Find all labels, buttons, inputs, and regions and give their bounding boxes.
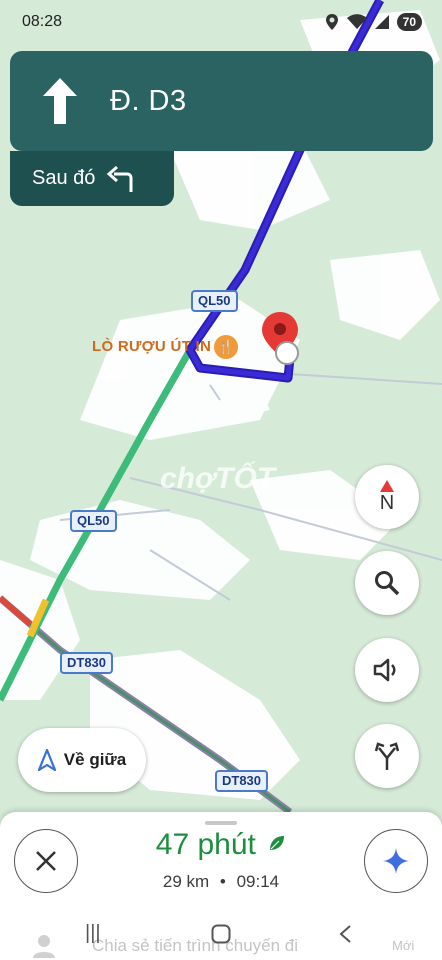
- straight-arrow-icon: [10, 51, 110, 151]
- road-shield-ql50-mid: QL50: [70, 510, 117, 532]
- status-bar: 08:28 70: [0, 0, 442, 44]
- then-label: Sau đó: [32, 167, 96, 189]
- poi-label[interactable]: LÒ RƯỢU ÚT IN: [92, 338, 211, 355]
- battery-indicator: 70: [396, 13, 422, 31]
- back-icon[interactable]: [338, 924, 352, 944]
- fork-route-icon: [374, 742, 400, 770]
- navigation-arrow-icon: [37, 749, 56, 771]
- compass-button[interactable]: N: [355, 465, 419, 529]
- sparkle-icon: [383, 848, 409, 874]
- trip-distance: 29 km: [162, 872, 210, 891]
- route-options-button[interactable]: [355, 724, 419, 788]
- recenter-button[interactable]: Về giữa: [18, 728, 146, 792]
- eco-leaf-icon: [270, 836, 285, 850]
- navigation-banner[interactable]: Đ. D3: [10, 51, 433, 151]
- wifi-icon: [346, 14, 367, 29]
- home-icon[interactable]: [211, 924, 231, 944]
- gemini-button[interactable]: [364, 829, 428, 893]
- trip-separator: •: [219, 872, 226, 891]
- then-instruction[interactable]: Sau đó: [10, 151, 174, 206]
- compass-north-icon: [379, 479, 394, 492]
- recenter-label: Về giữa: [63, 750, 127, 769]
- recent-apps-icon[interactable]: |||: [85, 922, 101, 945]
- next-street-name: Đ. D3: [110, 84, 187, 117]
- system-nav-bar: |||: [0, 912, 442, 960]
- watermark: chợTỐT: [160, 462, 276, 495]
- compass-label: N: [379, 491, 395, 514]
- sound-button[interactable]: [355, 638, 419, 702]
- restaurant-icon[interactable]: 🍴: [214, 335, 238, 359]
- sheet-handle[interactable]: [205, 821, 237, 825]
- turn-left-icon: [107, 165, 133, 192]
- search-icon: [375, 571, 400, 596]
- signal-icon: [374, 15, 389, 29]
- road-shield-dt830-left: DT830: [60, 652, 114, 674]
- search-button[interactable]: [355, 551, 419, 615]
- trip-arrival: 09:14: [236, 872, 280, 891]
- road-shield-dt830-bottom: DT830: [215, 770, 269, 792]
- road-shield-ql50-top: QL50: [191, 290, 238, 312]
- status-time: 08:28: [22, 13, 63, 30]
- location-icon: [325, 14, 338, 30]
- current-location-icon: [275, 341, 299, 365]
- eta-duration-text: 47 phút: [155, 828, 256, 861]
- volume-icon: [373, 658, 396, 682]
